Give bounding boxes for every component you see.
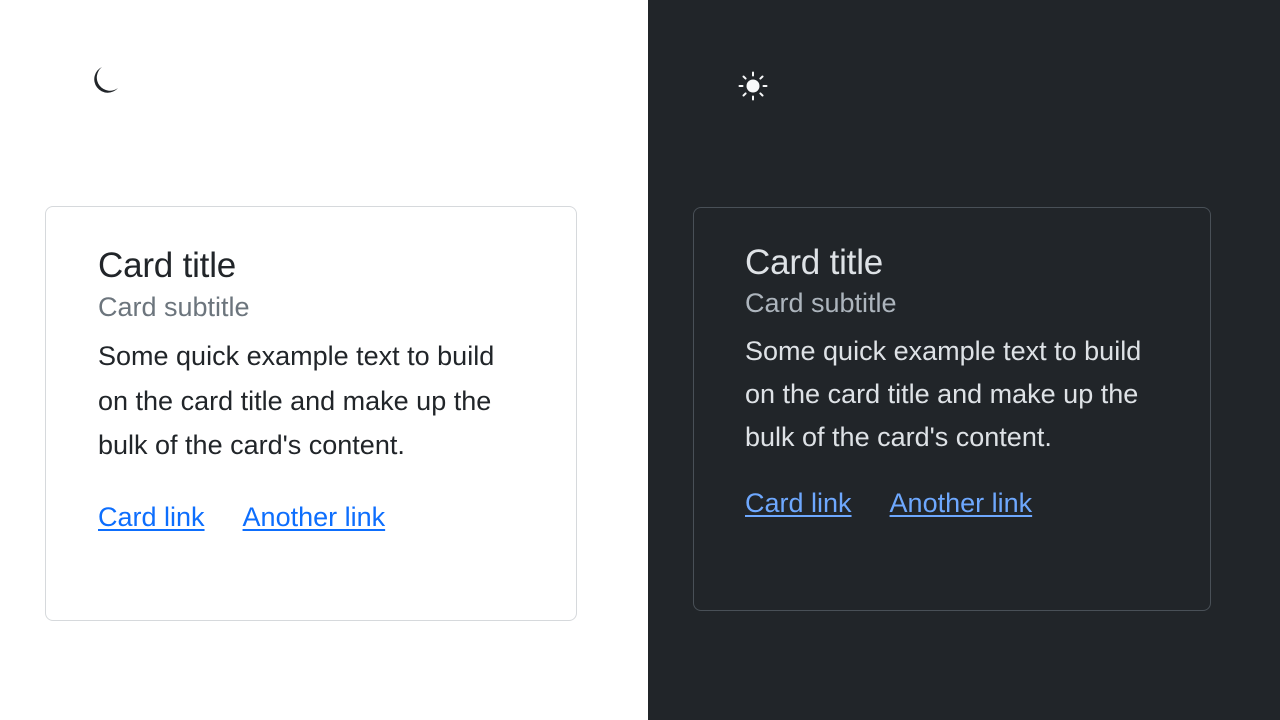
another-link[interactable]: Another link xyxy=(890,488,1033,519)
card-title: Card title xyxy=(98,246,237,285)
card: Card title Card subtitle Some quick exam… xyxy=(693,207,1211,611)
card-links: Card link Another link xyxy=(98,502,524,533)
another-link[interactable]: Another link xyxy=(243,502,386,533)
card-link[interactable]: Card link xyxy=(98,502,205,533)
sun-icon xyxy=(738,71,768,101)
card-text: Some quick example text to build on the … xyxy=(98,341,495,460)
theme-toggle-button[interactable] xyxy=(87,62,123,98)
light-theme-panel: Card title Card subtitle Some quick exam… xyxy=(0,0,648,720)
theme-comparison: Card title Card subtitle Some quick exam… xyxy=(0,0,1280,720)
card-subtitle: Card subtitle xyxy=(745,288,897,318)
card-subtitle: Card subtitle xyxy=(98,292,250,322)
card: Card title Card subtitle Some quick exam… xyxy=(45,206,577,621)
card-link[interactable]: Card link xyxy=(745,488,852,519)
theme-toggle-button[interactable] xyxy=(735,68,771,104)
dark-theme-panel: Card title Card subtitle Some quick exam… xyxy=(648,0,1280,720)
card-title: Card title xyxy=(745,243,884,282)
card-text: Some quick example text to build on the … xyxy=(745,336,1142,452)
moon-icon xyxy=(94,67,118,93)
card-links: Card link Another link xyxy=(745,488,1158,519)
